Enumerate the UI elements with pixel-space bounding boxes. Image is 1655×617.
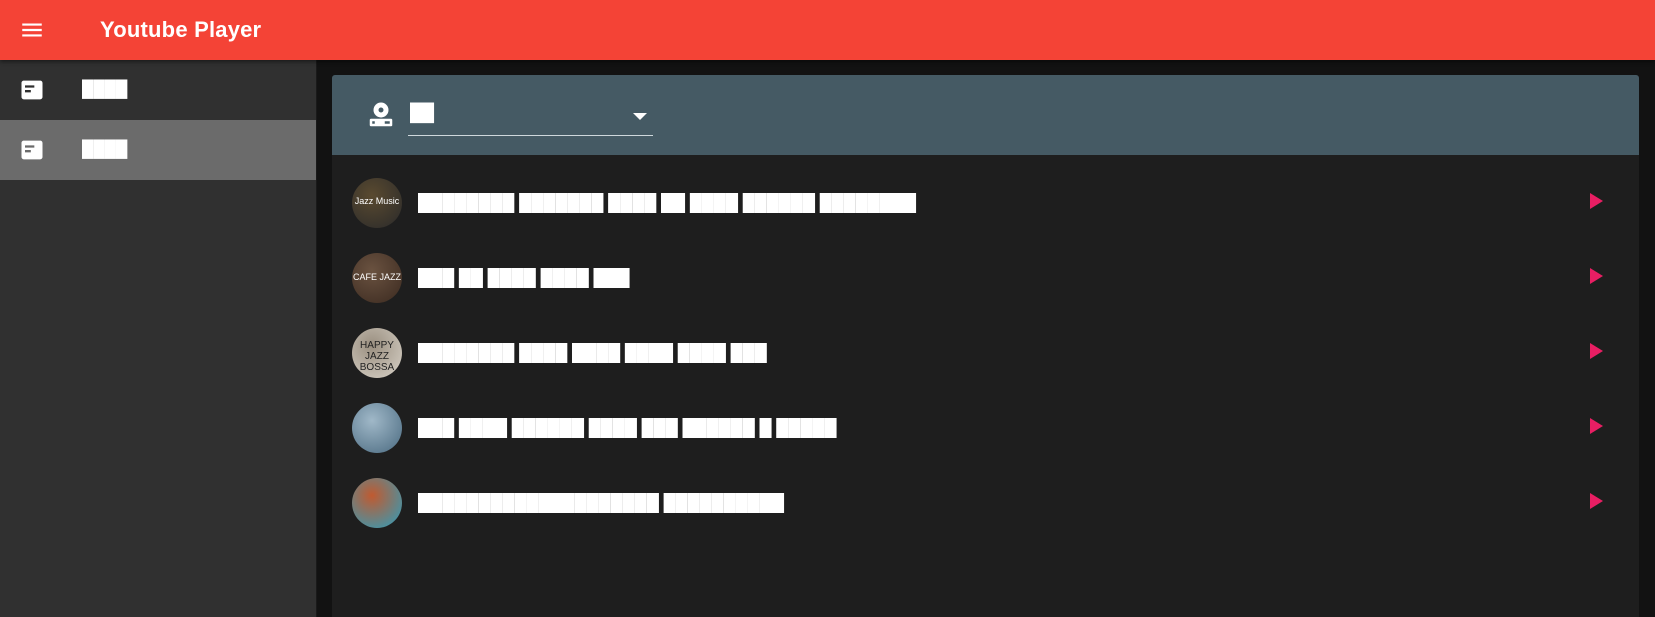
card-header: ██	[332, 75, 1639, 155]
app-title: Youtube Player	[100, 17, 262, 42]
sidebar-item-1[interactable]: ████	[0, 60, 316, 120]
video-title: ███ ████ ██████ ████ ███ ██████ █ █████	[418, 417, 837, 437]
hamburger-menu-icon	[22, 23, 42, 37]
play-icon[interactable]	[1590, 268, 1603, 284]
list-alt-icon	[18, 136, 46, 164]
play-icon[interactable]	[1590, 343, 1603, 359]
app-bar: Youtube Player	[0, 0, 1655, 60]
thumbnail-text: HAPPY JAZZ BOSSA	[359, 339, 395, 373]
list-item[interactable]: ███ ████ ██████ ████ ███ ██████ █ █████	[332, 390, 1639, 465]
sidebar-item-label: ████	[82, 141, 128, 158]
chevron-down-icon	[633, 112, 647, 120]
list-alt-icon	[18, 76, 46, 104]
thumbnail-text: CAFE JAZZ	[352, 271, 401, 282]
device-select[interactable]: ██	[408, 95, 653, 136]
device-select-value: ██	[410, 102, 435, 122]
video-title: ███ ██ ████ ████ ███	[418, 267, 630, 287]
video-thumbnail	[352, 477, 402, 528]
video-thumbnail: CAFE JAZZ	[352, 252, 402, 303]
list-item[interactable]: Jazz Music ████████ ███████ ████ ██ ████…	[332, 165, 1639, 240]
playlist-card: ██ Jazz Music ████████ ███████ ████ ██ █…	[332, 75, 1639, 617]
sidebar-item-label: ████	[82, 81, 128, 98]
sidebar-item-2[interactable]: ████	[0, 120, 316, 180]
play-icon[interactable]	[1590, 193, 1603, 209]
cast-device-icon	[366, 100, 396, 130]
video-title: ████████ ████ ████ ████ ████ ███	[418, 342, 767, 362]
list-item[interactable]: HAPPY JAZZ BOSSA ████████ ████ ████ ████…	[332, 315, 1639, 390]
menu-button[interactable]	[16, 14, 48, 46]
playlist: Jazz Music ████████ ███████ ████ ██ ████…	[332, 155, 1639, 540]
video-thumbnail: HAPPY JAZZ BOSSA	[352, 327, 402, 378]
video-title: ████████ ███████ ████ ██ ████ ██████ ███…	[418, 192, 917, 212]
sidebar: ████ ████	[0, 60, 317, 617]
play-icon[interactable]	[1590, 418, 1603, 434]
list-item[interactable]: CAFE JAZZ ███ ██ ████ ████ ███	[332, 240, 1639, 315]
thumbnail-text: Jazz Music	[354, 195, 400, 206]
video-thumbnail: Jazz Music	[352, 177, 402, 228]
list-item[interactable]: ████████████████████ ██████████	[332, 465, 1639, 540]
video-thumbnail	[352, 402, 402, 453]
video-title: ████████████████████ ██████████	[418, 492, 785, 512]
play-icon[interactable]	[1590, 493, 1603, 509]
